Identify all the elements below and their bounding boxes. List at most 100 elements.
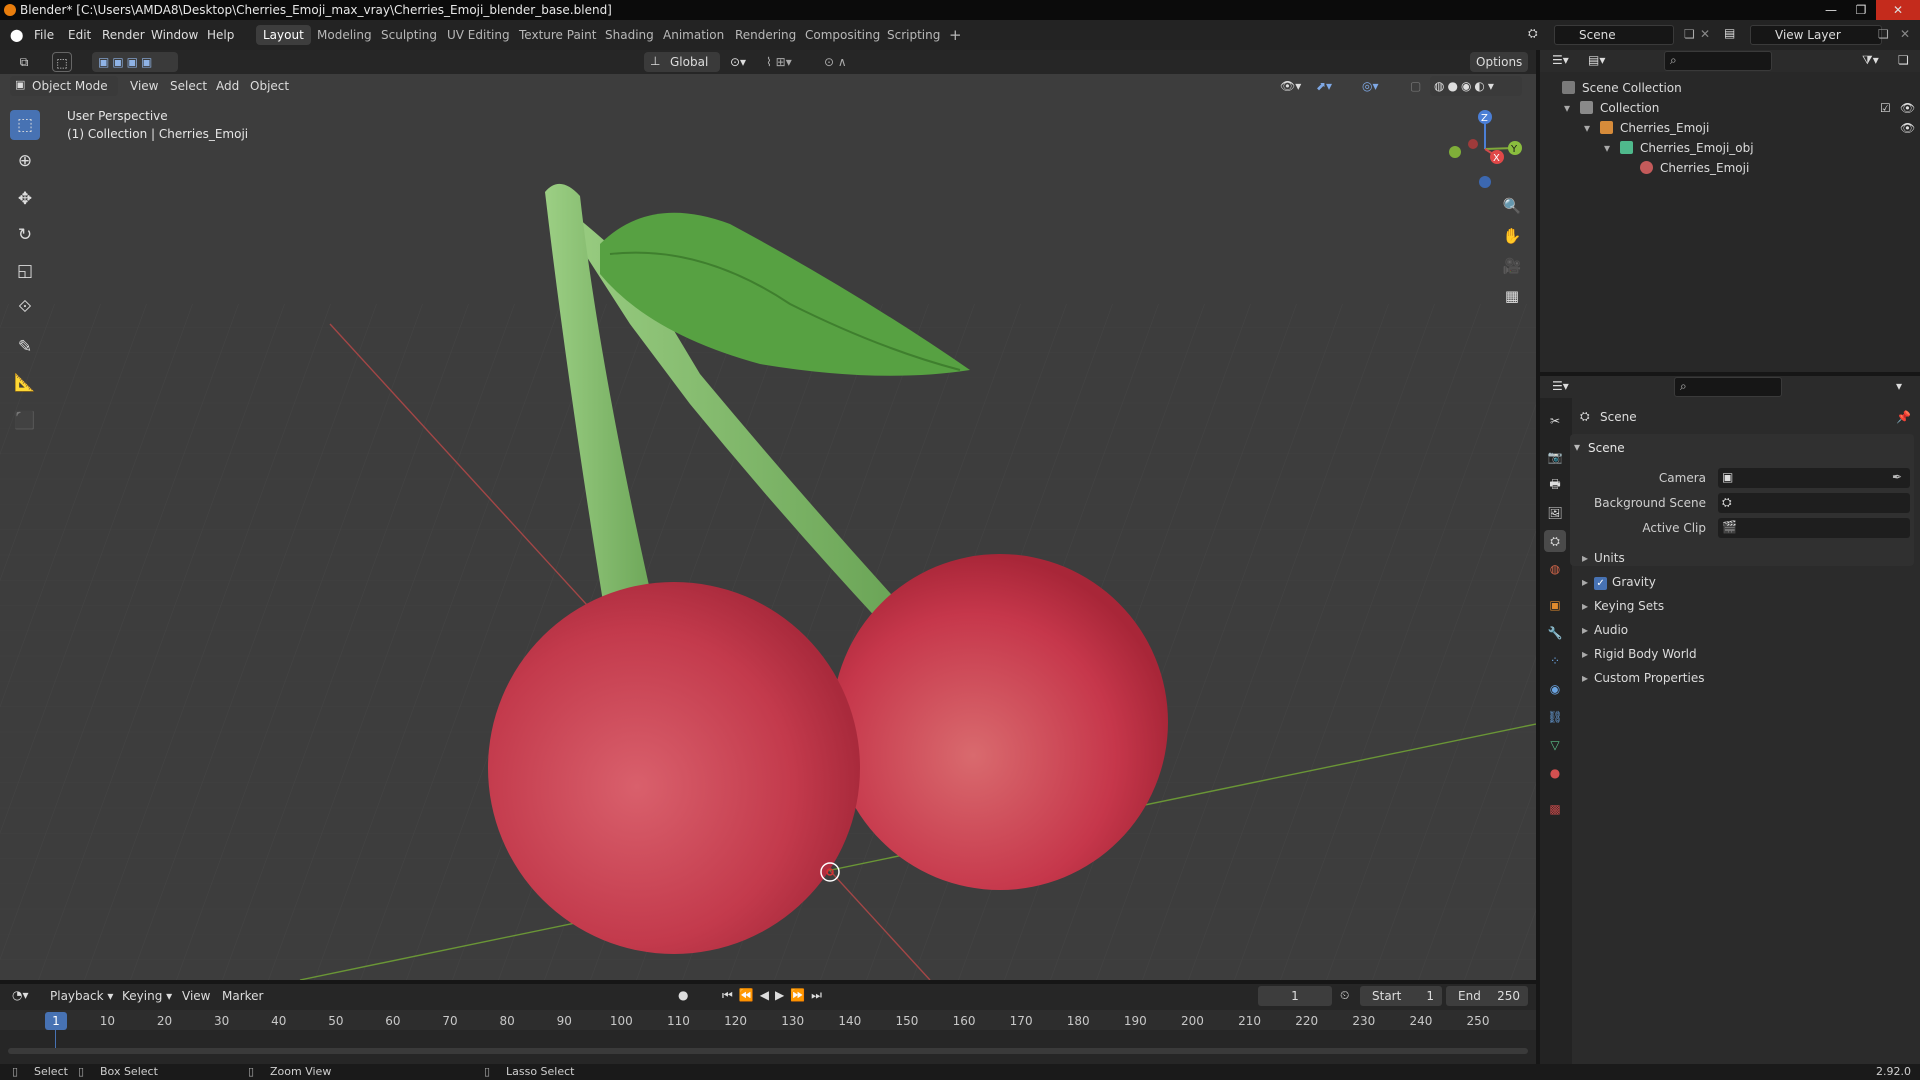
mesh-data-tab-icon[interactable]: ▽ bbox=[1544, 734, 1566, 756]
tab-texture-paint[interactable]: Texture Paint bbox=[512, 25, 603, 45]
timeline-menu-view[interactable]: View bbox=[182, 986, 210, 1006]
scene-selector-icon[interactable]: ⛭ bbox=[1528, 26, 1538, 41]
eyedropper-icon[interactable]: ✒ bbox=[1892, 470, 1902, 484]
object-tab-icon[interactable]: ▣ bbox=[1544, 594, 1566, 616]
tool-measure[interactable]: 📐 bbox=[10, 368, 40, 398]
proportional-edit-icon[interactable]: ⊙ ∧ bbox=[824, 52, 868, 72]
chevron-down-icon[interactable]: ▾ bbox=[1604, 138, 1610, 158]
tab-sculpting[interactable]: Sculpting bbox=[374, 25, 444, 45]
playback-controls[interactable]: ⏮⏪◀▶⏩⏭ bbox=[722, 988, 828, 1003]
outliner-row-object[interactable]: ▾ Cherries_Emoji 👁 bbox=[1540, 118, 1920, 138]
tool-transform[interactable]: ⟐ bbox=[10, 292, 40, 322]
scene-panel-title[interactable]: Scene bbox=[1588, 441, 1625, 455]
playhead[interactable]: 1 bbox=[45, 1012, 67, 1030]
vp-menu-select[interactable]: Select bbox=[170, 76, 207, 96]
display-mode-icon[interactable]: ▤▾ bbox=[1588, 53, 1605, 67]
constraints-tab-icon[interactable]: ⛓ bbox=[1544, 706, 1566, 728]
current-frame-field[interactable]: 1 bbox=[1258, 986, 1332, 1006]
new-collection-icon[interactable]: ❏ bbox=[1898, 53, 1909, 67]
properties-search-input[interactable] bbox=[1674, 377, 1782, 397]
menu-help[interactable]: Help bbox=[207, 28, 234, 42]
navigation-gizmo[interactable]: Z Y X bbox=[1440, 104, 1530, 194]
start-frame-field[interactable]: Start 1 bbox=[1360, 986, 1442, 1006]
view-layer-icon[interactable]: ▤ bbox=[1724, 26, 1735, 40]
texture-tab-icon[interactable]: ▩ bbox=[1544, 798, 1566, 820]
xray-icon[interactable]: ▢ bbox=[1410, 76, 1426, 96]
menu-file[interactable]: File bbox=[34, 28, 54, 42]
camera-field[interactable] bbox=[1718, 468, 1910, 488]
ortho-grid-icon[interactable]: ▦ bbox=[1498, 282, 1526, 310]
subpanel-rigid-body-world[interactable]: ▸ Rigid Body World bbox=[1582, 647, 1697, 661]
end-frame-field[interactable]: End 250 bbox=[1446, 986, 1528, 1006]
remove-view-layer-icon[interactable]: ✕ bbox=[1900, 27, 1910, 41]
subpanel-custom-properties[interactable]: ▸ Custom Properties bbox=[1582, 671, 1704, 685]
tool-cursor[interactable]: ⊕ bbox=[10, 146, 40, 176]
subpanel-keying-sets[interactable]: ▸ Keying Sets bbox=[1582, 599, 1664, 613]
minimize-icon[interactable]: — bbox=[1816, 0, 1846, 20]
chevron-down-icon[interactable]: ▾ bbox=[1896, 379, 1902, 393]
particles-tab-icon[interactable]: ⁘ bbox=[1544, 650, 1566, 672]
options-dropdown[interactable]: Options bbox=[1470, 52, 1528, 72]
properties-editor-icon[interactable]: ☰▾ bbox=[1552, 379, 1569, 393]
snap-icon[interactable]: ⌇ ⊞▾ bbox=[766, 52, 816, 72]
tab-compositing[interactable]: Compositing bbox=[798, 25, 887, 45]
tool-scale[interactable]: ◱ bbox=[10, 256, 40, 286]
tool-select-box[interactable]: ⬚ bbox=[10, 110, 40, 140]
checkbox-icon[interactable]: ☑ bbox=[1880, 98, 1891, 118]
select-tool-icon[interactable]: ⬚ bbox=[52, 52, 72, 72]
timeline-editor-icon[interactable]: ◔▾ bbox=[12, 988, 29, 1002]
tool-rotate[interactable]: ↻ bbox=[10, 220, 40, 250]
menu-render[interactable]: Render bbox=[102, 28, 145, 42]
menu-window[interactable]: Window bbox=[151, 28, 198, 42]
tab-modeling[interactable]: Modeling bbox=[310, 25, 379, 45]
outliner-row-collection[interactable]: ▾ Collection ☑ 👁 bbox=[1540, 98, 1920, 118]
outliner-row-scene-collection[interactable]: Scene Collection bbox=[1540, 78, 1920, 98]
camera-view-icon[interactable]: 🎥 bbox=[1498, 252, 1526, 280]
tab-shading[interactable]: Shading bbox=[598, 25, 661, 45]
maximize-icon[interactable]: ❐ bbox=[1846, 0, 1876, 20]
tool-move[interactable]: ✥ bbox=[10, 184, 40, 214]
view-layer-field[interactable]: View Layer bbox=[1750, 25, 1882, 45]
timeline-scrollbar[interactable] bbox=[8, 1048, 1528, 1054]
timeline-menu-playback[interactable]: Playback ▾ bbox=[50, 986, 113, 1006]
timeline-menu-marker[interactable]: Marker bbox=[222, 986, 263, 1006]
chevron-down-icon[interactable]: ▾ bbox=[1564, 98, 1570, 118]
tab-rendering[interactable]: Rendering bbox=[728, 25, 803, 45]
pin-icon[interactable]: 📌 bbox=[1896, 410, 1911, 424]
outliner[interactable]: ☰▾ ▤▾ ⌕ ⧩▾ ❏ Scene Collection ▾ Collecti… bbox=[1540, 50, 1920, 372]
render-tab-icon[interactable]: 📷 bbox=[1544, 446, 1566, 468]
add-workspace-icon[interactable]: + bbox=[942, 25, 969, 45]
scene-field[interactable]: Scene bbox=[1554, 25, 1674, 45]
chevron-down-icon[interactable]: ▾ bbox=[1584, 118, 1590, 138]
timeline-menu-keying[interactable]: Keying ▾ bbox=[122, 986, 172, 1006]
world-tab-icon[interactable]: ◍ bbox=[1544, 558, 1566, 580]
selection-mode-icons[interactable]: ▣▣▣▣ bbox=[92, 52, 178, 72]
zoom-icon[interactable]: 🔍 bbox=[1498, 192, 1526, 220]
tab-animation[interactable]: Animation bbox=[656, 25, 731, 45]
new-scene-icon[interactable]: ❏ bbox=[1684, 27, 1695, 41]
tab-uv-editing[interactable]: UV Editing bbox=[440, 25, 517, 45]
remove-scene-icon[interactable]: ✕ bbox=[1700, 27, 1710, 41]
record-icon[interactable]: ● bbox=[678, 988, 688, 1002]
object-mode-dropdown[interactable]: Object Mode bbox=[10, 76, 118, 96]
menu-edit[interactable]: Edit bbox=[68, 28, 91, 42]
visibility-icon[interactable]: 👁▾ bbox=[1280, 76, 1308, 96]
outliner-row-mesh[interactable]: ▾ Cherries_Emoji_obj bbox=[1540, 138, 1920, 158]
outliner-row-material[interactable]: Cherries_Emoji bbox=[1540, 158, 1920, 178]
new-view-layer-icon[interactable]: ❏ bbox=[1878, 27, 1889, 41]
vp-menu-add[interactable]: Add bbox=[216, 76, 239, 96]
editor-type-icon[interactable]: ⧉ bbox=[10, 52, 38, 72]
active-clip-field[interactable] bbox=[1718, 518, 1910, 538]
gizmo-toggle-icon[interactable]: ⬈▾ bbox=[1316, 76, 1346, 96]
tool-settings-tab-icon[interactable]: ✂ bbox=[1544, 410, 1566, 432]
background-scene-field[interactable] bbox=[1718, 493, 1910, 513]
shading-mode-icons[interactable]: ◍●◉◐▾ bbox=[1430, 76, 1522, 96]
tool-add-cube[interactable]: ⬛ bbox=[10, 406, 40, 436]
eye-icon[interactable]: 👁 bbox=[1900, 98, 1915, 118]
blender-menu-icon[interactable]: ⬤ bbox=[10, 28, 23, 42]
gravity-checkbox[interactable]: ✓ bbox=[1594, 577, 1608, 590]
tool-annotate[interactable]: ✎ bbox=[10, 332, 40, 362]
subpanel-audio[interactable]: ▸ Audio bbox=[1582, 623, 1628, 637]
filter-icon[interactable]: ⧩▾ bbox=[1862, 53, 1879, 68]
material-tab-icon[interactable]: ● bbox=[1544, 762, 1566, 784]
